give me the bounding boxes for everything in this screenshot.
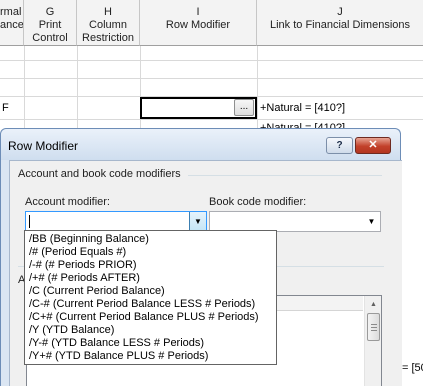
grid-line: [0, 119, 423, 120]
dropdown-option[interactable]: /C-# (Current Period Balance LESS # Peri…: [25, 298, 276, 311]
help-button[interactable]: ?: [326, 137, 353, 154]
chevron-down-icon[interactable]: ▼: [363, 212, 380, 231]
vertical-scrollbar[interactable]: ▲: [364, 296, 381, 386]
grip-line: [371, 330, 377, 331]
grid-line: [0, 78, 423, 79]
book-code-modifier-label: Book code modifier:: [209, 196, 307, 208]
book-code-modifier-combobox[interactable]: ▼: [209, 211, 381, 232]
section-divider: [188, 175, 382, 176]
link-cell[interactable]: +Natural = [410?]: [260, 102, 345, 114]
dropdown-option[interactable]: /+# (# Periods AFTER): [25, 272, 276, 285]
close-button[interactable]: ✕: [355, 137, 391, 154]
dialog-title: Row Modifier: [8, 139, 79, 153]
column-name: Control: [32, 32, 68, 44]
column-letter: G: [45, 6, 55, 18]
dropdown-option[interactable]: /C (Current Period Balance): [25, 285, 276, 298]
column-header-f-line1: rmal: [0, 6, 22, 18]
column-header-f[interactable]: rmal ance: [0, 0, 24, 46]
grip-line: [371, 324, 377, 325]
column-header-f-line2: ance: [0, 19, 24, 31]
column-letter: H: [104, 6, 112, 18]
grip-line: [371, 327, 377, 328]
column-name: Link to Financial Dimensions: [269, 19, 410, 31]
column-name: Row Modifier: [165, 19, 231, 31]
column-letter: I: [196, 6, 200, 18]
dropdown-option[interactable]: /-# (# Periods PRIOR): [25, 259, 276, 272]
column-name: Restriction: [82, 32, 134, 44]
column-name: Column: [89, 19, 127, 31]
column-header-i[interactable]: I Row Modifier: [140, 0, 257, 46]
column-header-j[interactable]: J Link to Financial Dimensions: [257, 0, 423, 46]
chevron-down-icon[interactable]: ▼: [189, 212, 206, 231]
text-caret: [29, 215, 30, 228]
row-modifier-browse-button[interactable]: ...: [234, 99, 254, 116]
dropdown-option[interactable]: /Y+# (YTD Balance PLUS # Periods): [25, 350, 276, 363]
dialog-titlebar[interactable]: Row Modifier ? ✕: [1, 129, 400, 160]
scrollbar-thumb[interactable]: [367, 313, 380, 341]
column-letter: J: [337, 6, 343, 18]
column-header-g[interactable]: G Print Control: [24, 0, 77, 46]
account-modifier-combobox[interactable]: ▼: [25, 211, 207, 232]
column-header-h[interactable]: H Column Restriction: [77, 0, 140, 46]
dropdown-option[interactable]: /# (Period Equals #): [25, 246, 276, 259]
scroll-up-arrow-icon[interactable]: ▲: [366, 297, 381, 312]
link-cell[interactable]: = [50: [402, 362, 423, 374]
account-modifier-label: Account modifier:: [25, 196, 110, 208]
close-icon: ✕: [368, 139, 378, 151]
dropdown-option[interactable]: /C+# (Current Period Balance PLUS # Peri…: [25, 311, 276, 324]
dropdown-option[interactable]: /BB (Beginning Balance): [25, 233, 276, 246]
row-cell-f: F: [2, 102, 9, 114]
help-icon: ?: [336, 140, 343, 151]
column-name: Print: [38, 19, 62, 31]
dropdown-option[interactable]: /Y-# (YTD Balance LESS # Periods): [25, 337, 276, 350]
grid-line: [0, 60, 423, 61]
account-modifier-dropdown-list: /BB (Beginning Balance) /# (Period Equal…: [24, 230, 277, 365]
dropdown-option[interactable]: /Y (YTD Balance): [25, 324, 276, 337]
section-title: Account and book code modifiers: [18, 168, 181, 180]
